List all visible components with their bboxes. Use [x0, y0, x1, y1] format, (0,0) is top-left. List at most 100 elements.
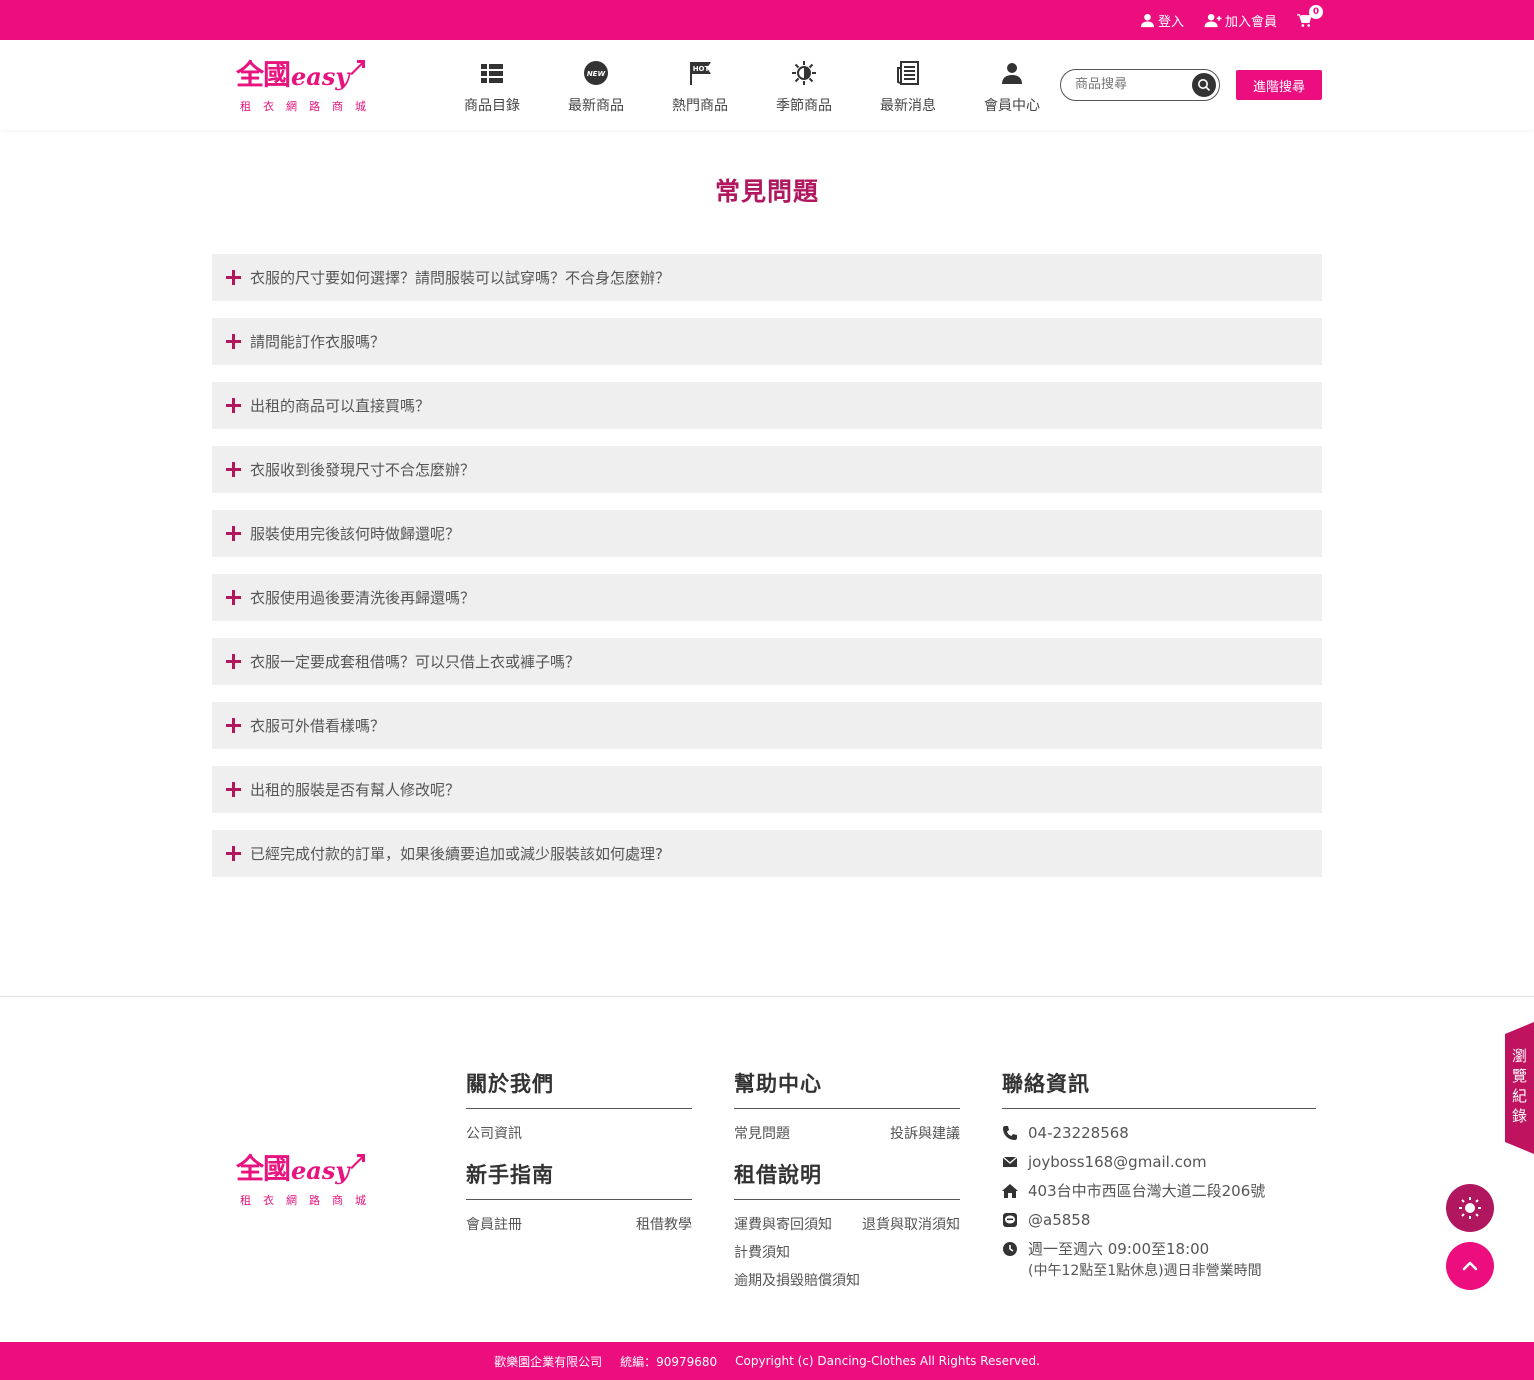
browse-history-tab[interactable]: 瀏覽紀錄: [1505, 1022, 1534, 1154]
plus-icon: [226, 269, 242, 286]
faq-list: 衣服的尺寸要如何選擇？請問服裝可以試穿嗎？不合身怎麼辦？ 請問能訂作衣服嗎？ 出租的…: [212, 254, 1322, 894]
footer-link-damages[interactable]: 逾期及損毀賠償須知: [734, 1270, 960, 1290]
footer-link-complaints[interactable]: 投訴與建議: [890, 1123, 960, 1143]
contact-email-text[interactable]: joyboss168@gmail.com: [1028, 1152, 1207, 1172]
faq-question: 衣服可外借看樣嗎？: [250, 717, 386, 735]
contact-address: 403台中市西區台灣大道二段206號: [1002, 1181, 1316, 1201]
clock-icon: [1003, 1242, 1017, 1256]
footer-help-title: 幫助中心: [734, 1068, 960, 1109]
faq-item[interactable]: 衣服收到後發現尺寸不合怎麼辦？: [212, 446, 1322, 493]
advanced-search-button[interactable]: 進階搜尋: [1236, 70, 1322, 100]
tax-id: 統編：90979680: [620, 1354, 718, 1369]
footer-link-register[interactable]: 會員註冊: [466, 1214, 522, 1234]
nav-label: 商品目錄: [464, 98, 520, 114]
home-icon: [1002, 1184, 1018, 1198]
contact-hours-text: 週一至週六 09:00至18:00: [1028, 1240, 1210, 1258]
faq-question: 出租的服裝是否有幫人修改呢？: [250, 781, 461, 799]
plus-icon: [226, 589, 242, 606]
search-button[interactable]: [1192, 73, 1216, 97]
search-box: [1060, 69, 1220, 101]
logo-subtitle: 租衣網路商城: [240, 100, 378, 113]
footer-link-billing[interactable]: 計費須知: [734, 1242, 960, 1262]
top-bar: 登入 加入會員 0: [0, 0, 1534, 40]
contact-hours: 週一至週六 09:00至18:00 (中午12點至1點休息)週日非營業時間: [1002, 1239, 1316, 1281]
nav-product-catalog[interactable]: 商品目錄: [440, 58, 544, 115]
plus-icon: [226, 461, 242, 478]
line-chat-icon: [1003, 1213, 1017, 1227]
faq-item[interactable]: 請問能訂作衣服嗎？: [212, 318, 1322, 365]
footer-link-rental-tutorial[interactable]: 租借教學: [636, 1214, 692, 1234]
footer-contact: 聯絡資訊 04-23228568 joyboss168@gmail.com 40…: [1002, 1068, 1316, 1290]
browse-history-label: 瀏覽紀錄: [1512, 1047, 1528, 1125]
cart-button[interactable]: 0: [1297, 5, 1323, 28]
faq-item[interactable]: 衣服可外借看樣嗎？: [212, 702, 1322, 749]
contact-line: @a5858: [1002, 1210, 1316, 1230]
nav-hot-products[interactable]: HOT 熱門商品: [648, 58, 752, 115]
copyright-text: Copyright (c) Dancing-Clothes All Rights…: [735, 1354, 1040, 1368]
nav-new-products[interactable]: NEW 最新商品: [544, 58, 648, 115]
sun-icon: [1459, 1197, 1481, 1219]
faq-question: 衣服一定要成套租借嗎？可以只借上衣或褲子嗎？: [250, 653, 581, 671]
user-icon: [1140, 13, 1155, 28]
logo-easy: easy: [291, 1156, 350, 1185]
contact-email: joyboss168@gmail.com: [1002, 1152, 1316, 1172]
logo-arrow-icon: [350, 60, 365, 75]
plus-icon: [226, 397, 242, 414]
footer-logo[interactable]: 全國 easy 租衣網路商城: [236, 1152, 366, 1208]
envelope-icon: [1002, 1156, 1018, 1167]
phone-icon: [1003, 1126, 1017, 1140]
footer-help: 幫助中心 常見問題 投訴與建議: [734, 1068, 960, 1143]
logo-name: 全國: [236, 1152, 291, 1185]
login-link[interactable]: 登入: [1140, 11, 1184, 30]
faq-item[interactable]: 出租的商品可以直接買嗎？: [212, 382, 1322, 429]
page-title: 常見問題: [714, 177, 819, 206]
faq-item[interactable]: 出租的服裝是否有幫人修改呢？: [212, 766, 1322, 813]
faq-question: 服裝使用完後該何時做歸還呢？: [250, 525, 461, 543]
faq-item[interactable]: 已經完成付款的訂單，如果後續要追加或減少服裝該如何處理?: [212, 830, 1322, 877]
site-logo[interactable]: 全國 easy 租衣網路商城: [236, 58, 366, 114]
nav-label: 最新商品: [568, 98, 624, 114]
contact-line-text: @a5858: [1028, 1211, 1091, 1229]
footer-link-faq[interactable]: 常見問題: [734, 1123, 790, 1143]
plus-icon: [226, 717, 242, 734]
login-label: 登入: [1157, 15, 1184, 30]
footer-guide-title: 新手指南: [466, 1159, 692, 1200]
chevron-up-icon: [1462, 1261, 1478, 1271]
new-badge-icon: NEW: [584, 61, 608, 85]
faq-question: 衣服的尺寸要如何選擇？請問服裝可以試穿嗎？不合身怎麼辦？: [250, 269, 671, 287]
nav-member-center[interactable]: 會員中心: [960, 58, 1064, 115]
faq-item[interactable]: 衣服的尺寸要如何選擇？請問服裝可以試穿嗎？不合身怎麼辦？: [212, 254, 1322, 301]
contact-address-text: 403台中市西區台灣大道二段206號: [1028, 1182, 1266, 1200]
nav-label: 季節商品: [776, 98, 832, 114]
company-name: 歡樂園企業有限公司: [494, 1354, 603, 1369]
plus-icon: [226, 333, 242, 350]
faq-question: 已經完成付款的訂單，如果後續要追加或減少服裝該如何處理?: [250, 845, 663, 863]
theme-toggle-button[interactable]: [1446, 1184, 1494, 1232]
plus-icon: [226, 525, 242, 542]
newspaper-icon: [897, 61, 919, 85]
logo-easy: easy: [291, 62, 350, 91]
faq-item[interactable]: 服裝使用完後該何時做歸還呢？: [212, 510, 1322, 557]
search-icon: [1198, 79, 1211, 92]
faq-question: 衣服使用過後要清洗後再歸還嗎？: [250, 589, 476, 607]
join-member-link[interactable]: 加入會員: [1204, 11, 1277, 30]
contact-phone: 04-23228568: [1002, 1123, 1316, 1143]
back-to-top-button[interactable]: [1446, 1242, 1494, 1290]
faq-item[interactable]: 衣服使用過後要清洗後再歸還嗎？: [212, 574, 1322, 621]
list-icon: [481, 64, 503, 83]
footer-rental: 租借說明 運費與寄回須知 退貨與取消須知 計費須知 逾期及損毀賠償須知: [734, 1159, 960, 1290]
copyright-bar: 歡樂園企業有限公司 統編：90979680 Copyright (c) Danc…: [0, 1342, 1534, 1380]
search-input[interactable]: [1075, 77, 1185, 92]
svg-text:HOT: HOT: [693, 65, 710, 73]
footer-link-returns[interactable]: 退貨與取消須知: [862, 1214, 960, 1234]
logo-arrow-icon: [350, 1154, 365, 1169]
svg-text:NEW: NEW: [587, 70, 606, 78]
footer-link-shipping[interactable]: 運費與寄回須知: [734, 1214, 832, 1234]
nav-latest-news[interactable]: 最新消息: [856, 58, 960, 115]
footer-link-company-info[interactable]: 公司資訊: [466, 1123, 522, 1143]
nav-seasonal-products[interactable]: 季節商品: [752, 58, 856, 115]
user-icon: [1002, 63, 1022, 84]
faq-item[interactable]: 衣服一定要成套租借嗎？可以只借上衣或褲子嗎？: [212, 638, 1322, 685]
plus-icon: [226, 653, 242, 670]
nav-label: 最新消息: [880, 98, 936, 114]
